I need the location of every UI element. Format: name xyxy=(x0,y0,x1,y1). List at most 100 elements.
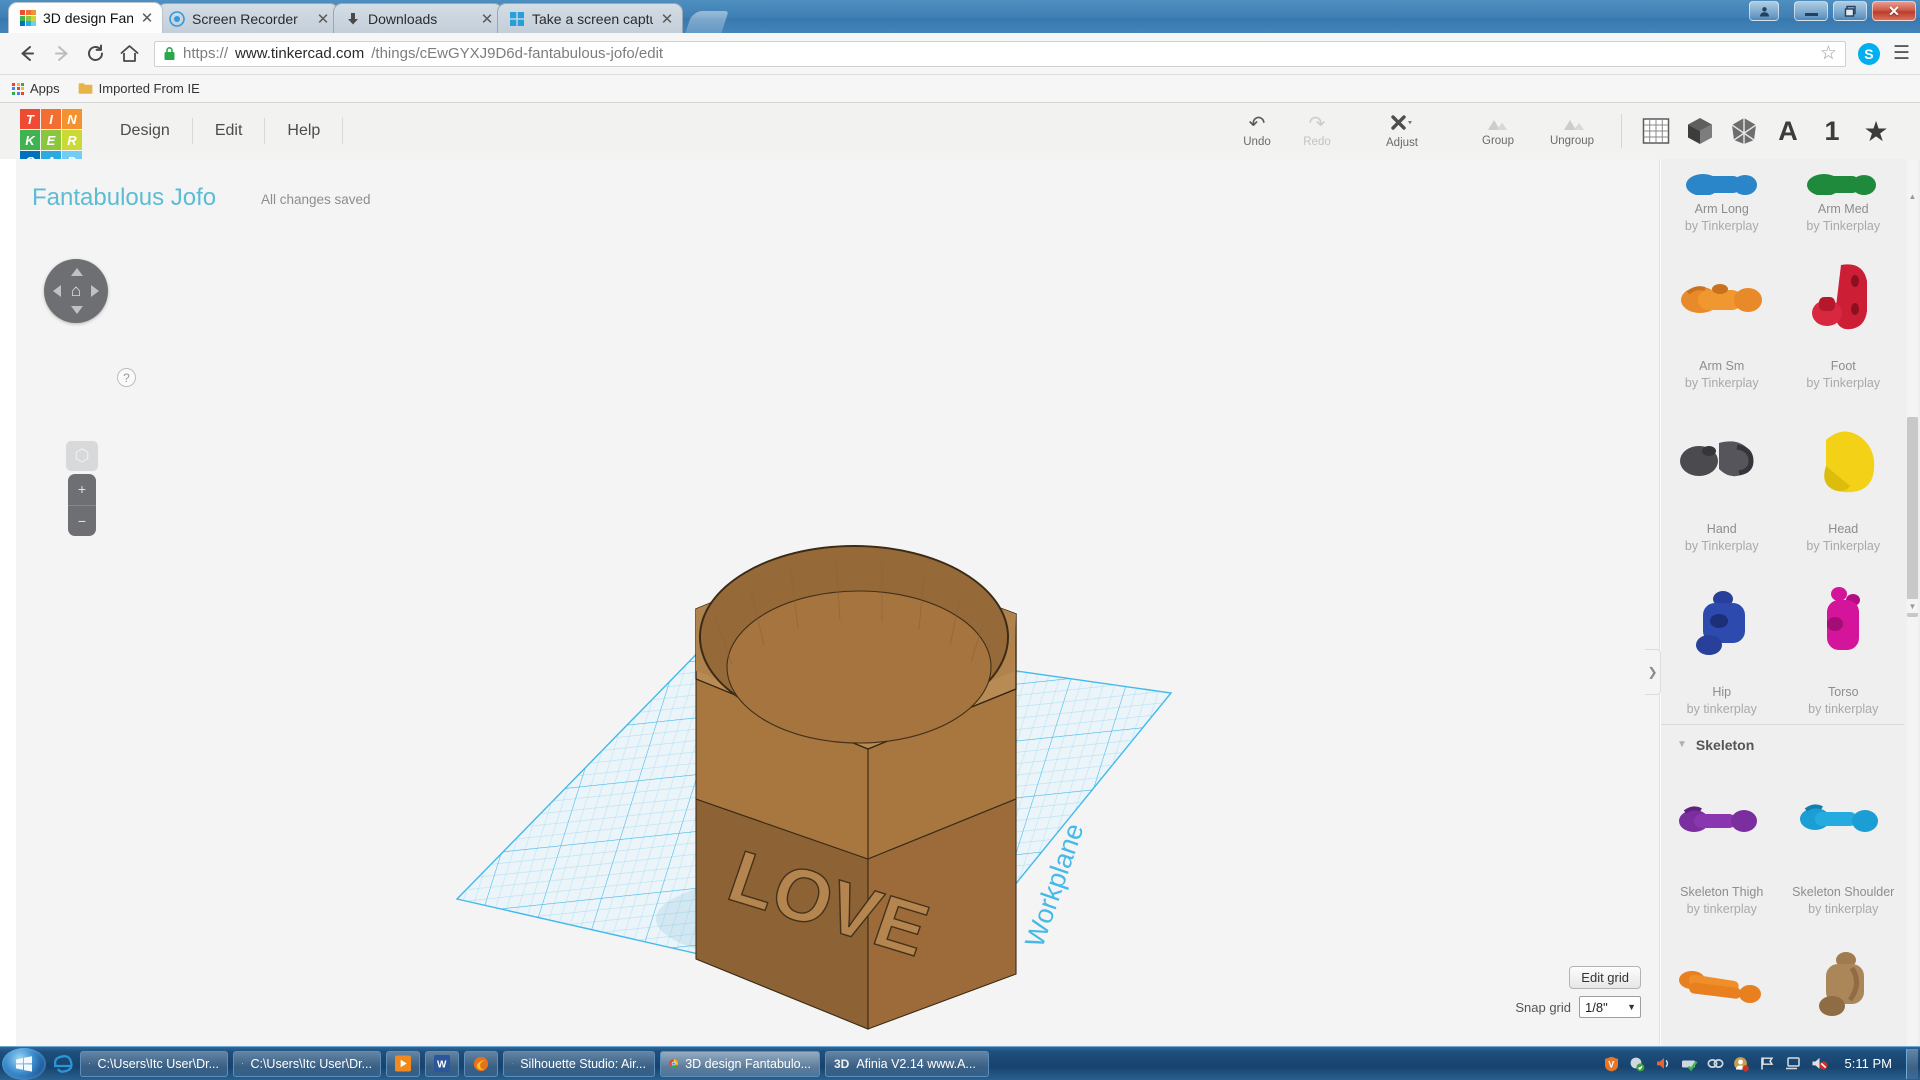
library-scrollbar-thumb[interactable] xyxy=(1907,417,1918,617)
tab-close-icon[interactable]: ✕ xyxy=(316,10,330,28)
library-item-thumbnail xyxy=(1783,761,1905,884)
taskbar-task-0[interactable]: C:\Users\Itc User\Dr... xyxy=(80,1050,228,1077)
tab-close-icon[interactable]: ✕ xyxy=(140,9,154,27)
forward-button[interactable] xyxy=(44,37,78,71)
tinkercad-menubar: Design Edit Help xyxy=(98,103,344,159)
avast-shield-icon[interactable]: V xyxy=(1603,1055,1620,1072)
taskbar-task-7[interactable]: 3D Afinia V2.14 www.A... xyxy=(825,1050,989,1077)
library-item-name: Head xyxy=(1828,522,1859,536)
library-item-head[interactable]: Head by Tinkerplay xyxy=(1783,398,1905,561)
library-item-foot[interactable]: Foot by Tinkerplay xyxy=(1783,235,1905,398)
printer-icon[interactable] xyxy=(1681,1055,1698,1072)
library-item-skeleton-hip[interactable]: Skeleton Hip by tinkerplay xyxy=(1783,924,1905,1056)
window-titlebar: ✕ 3D design Fantabulous Jo ✕ Screen Reco… xyxy=(0,0,1920,36)
bookmark-apps[interactable]: Apps xyxy=(12,81,60,96)
reload-button[interactable] xyxy=(78,37,112,71)
taskbar-task-4[interactable] xyxy=(464,1050,498,1077)
browser-tab-0[interactable]: 3D design Fantabulous Jo ✕ xyxy=(8,2,163,33)
snap-grid-label: Snap grid xyxy=(1515,999,1571,1015)
library-scroll-down-button[interactable]: ▼ xyxy=(1907,599,1918,613)
workplane-grid-icon[interactable] xyxy=(1634,103,1678,159)
taskbar-task-1[interactable]: C:\Users\Itc User\Dr... xyxy=(233,1050,381,1077)
taskbar-task-2[interactable] xyxy=(386,1050,420,1077)
head-shape-icon xyxy=(1824,431,1875,493)
hip-shape-icon xyxy=(1819,952,1865,1017)
lock-icon xyxy=(164,47,175,60)
group-button[interactable]: Group xyxy=(1461,103,1535,159)
shape-generator-icon[interactable] xyxy=(1722,103,1766,159)
taskbar-task-5[interactable]: Silhouette Studio: Air... xyxy=(503,1050,655,1077)
library-item-skeleton-shin[interactable]: Skeleton Shin by tinkerplay xyxy=(1661,924,1783,1056)
taskbar-task-6[interactable]: 3D design Fantabulo... xyxy=(660,1050,820,1077)
edit-grid-button[interactable]: Edit grid xyxy=(1569,966,1641,989)
undo-button[interactable]: ↶ Undo xyxy=(1227,103,1287,159)
browser-tab-3[interactable]: Take a screen capture (pri ✕ xyxy=(497,3,683,33)
adjust-button[interactable]: Adjust xyxy=(1365,103,1439,159)
close-button[interactable]: ✕ xyxy=(1872,1,1916,21)
tab-close-icon[interactable]: ✕ xyxy=(480,10,494,28)
library-panel-toggle[interactable]: ❯ xyxy=(1645,649,1661,695)
new-tab-button[interactable] xyxy=(685,11,729,33)
ungroup-icon xyxy=(1564,119,1584,130)
3d-scene[interactable]: Workplane LOVE xyxy=(16,159,1660,1056)
address-bar[interactable]: https:// www.tinkercad.com/things/cEwGYXJ… xyxy=(154,40,1846,67)
tinkercad-toolbar: ↶ Undo ↷ Redo Adjust Group Ungroup A 1 ★ xyxy=(1227,103,1920,159)
snap-grid-select[interactable]: 1/8" ▼ xyxy=(1579,996,1641,1018)
library-section-skeleton-header[interactable]: ▼ Skeleton xyxy=(1661,723,1904,761)
tab-close-icon[interactable]: ✕ xyxy=(660,10,674,28)
volume-muted-icon[interactable] xyxy=(1811,1055,1828,1072)
network-icon[interactable] xyxy=(1785,1055,1802,1072)
taskbar-clock[interactable]: 5:11 PM xyxy=(1837,1056,1900,1071)
window-controls: ✕ xyxy=(1749,1,1916,21)
text-shape-icon[interactable]: A xyxy=(1766,103,1810,159)
library-item-skeleton-thigh[interactable]: Skeleton Thigh by tinkerplay xyxy=(1661,761,1783,924)
number-shape-icon[interactable]: 1 xyxy=(1810,103,1854,159)
bookmark-imported-from-ie[interactable]: Imported From IE xyxy=(78,81,200,96)
model-love-ring[interactable]: LOVE xyxy=(695,545,1017,1030)
volume-icon[interactable] xyxy=(1655,1055,1672,1072)
library-item-torso[interactable]: Torso by tinkerplay xyxy=(1783,561,1905,724)
account-switch-button[interactable] xyxy=(1749,1,1779,21)
featured-star-icon[interactable]: ★ xyxy=(1854,103,1898,159)
back-button[interactable] xyxy=(10,37,44,71)
library-item-name: Arm Long xyxy=(1694,202,1749,216)
home-button[interactable] xyxy=(112,37,146,71)
chrome-menu-icon[interactable]: ☰ xyxy=(1893,42,1910,65)
library-item-author: by tinkerplay xyxy=(1686,901,1757,916)
internet-explorer-icon xyxy=(53,1054,73,1073)
link-icon[interactable] xyxy=(1706,1055,1724,1072)
workspace-canvas[interactable]: Fantabulous Jofo All changes saved ⌂ ? ⬡… xyxy=(16,159,1660,1056)
minimize-button[interactable] xyxy=(1794,1,1828,21)
menu-edit[interactable]: Edit xyxy=(193,118,266,144)
library-scroll-up-button[interactable]: ▲ xyxy=(1907,189,1918,203)
library-item-skeleton-shoulder[interactable]: Skeleton Shoulder by tinkerplay xyxy=(1783,761,1905,924)
user-account-icon[interactable] xyxy=(1733,1055,1750,1072)
browser-tab-2[interactable]: Downloads ✕ xyxy=(333,3,503,33)
library-item-arm-long[interactable] xyxy=(1661,159,1783,201)
browser-tab-1[interactable]: Screen Recorder ✕ xyxy=(157,3,339,33)
quicklaunch-internet-explorer[interactable] xyxy=(46,1049,80,1079)
skype-icon[interactable]: S xyxy=(1857,42,1880,65)
show-desktop-button[interactable] xyxy=(1906,1048,1918,1079)
flag-action-center-icon[interactable] xyxy=(1759,1055,1776,1072)
solid-cube-icon[interactable] xyxy=(1678,103,1722,159)
redo-button[interactable]: ↷ Redo xyxy=(1287,103,1347,159)
library-item-hip[interactable]: Hip by tinkerplay xyxy=(1661,561,1783,724)
library-item-hand[interactable]: Hand by Tinkerplay xyxy=(1661,398,1783,561)
taskbar-task-3[interactable]: W xyxy=(425,1050,459,1077)
restore-button[interactable] xyxy=(1833,1,1867,21)
start-button[interactable] xyxy=(2,1047,46,1080)
chain-link-glyph-icon xyxy=(1706,1059,1724,1068)
shape-library-panel[interactable]: Arm Long by Tinkerplay Arm Med by Tinker… xyxy=(1661,159,1920,1056)
ungroup-button[interactable]: Ungroup xyxy=(1535,103,1609,159)
library-item-author: by tinkerplay xyxy=(1808,701,1879,716)
menu-design[interactable]: Design xyxy=(98,118,193,144)
library-item-arm-med[interactable] xyxy=(1783,159,1905,201)
library-item-arm-sm[interactable]: Arm Sm by Tinkerplay xyxy=(1661,235,1783,398)
shield-glyph-icon: V xyxy=(1604,1056,1618,1071)
menu-help[interactable]: Help xyxy=(265,118,344,144)
bookmark-star-icon[interactable]: ☆ xyxy=(1820,42,1837,65)
library-item-thumbnail xyxy=(1661,761,1783,884)
library-item-thumbnail xyxy=(1783,398,1905,521)
dropbox-sync-icon[interactable] xyxy=(1629,1055,1646,1072)
